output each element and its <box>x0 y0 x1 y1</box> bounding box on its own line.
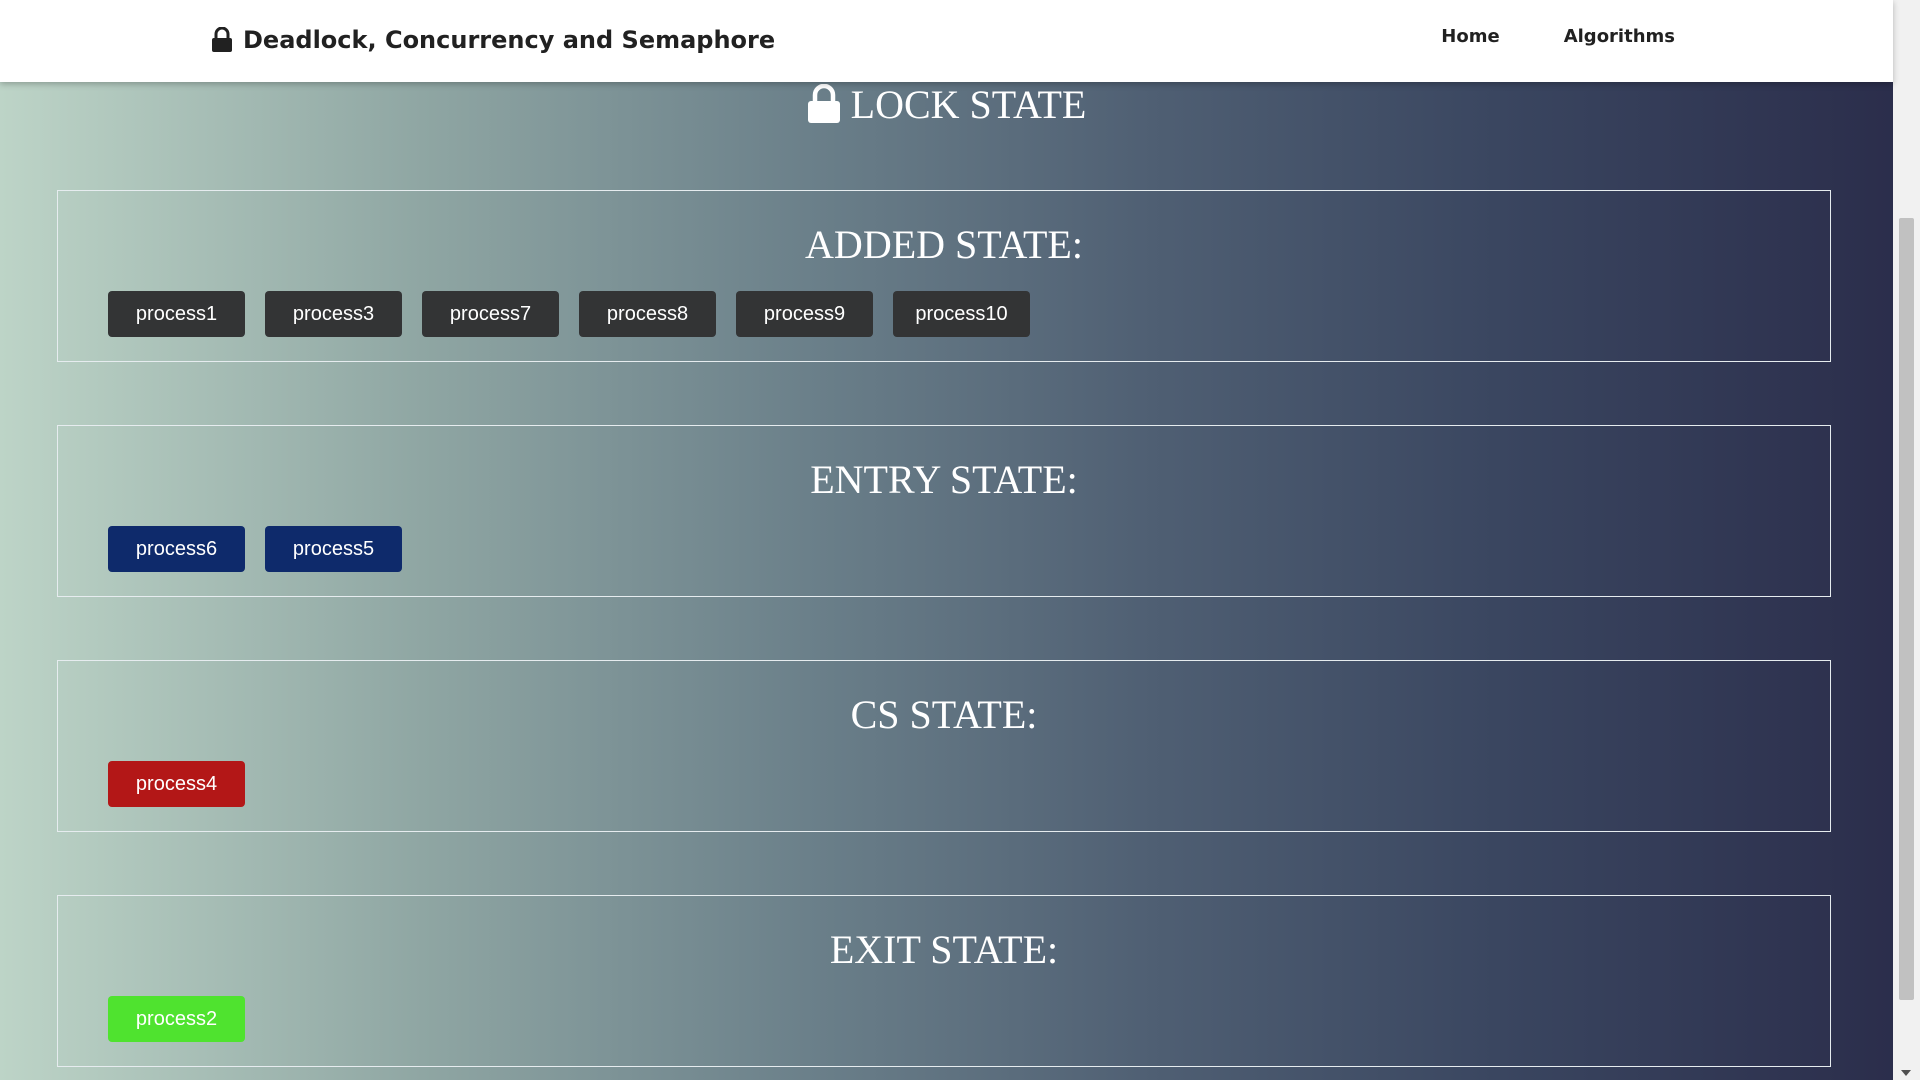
process-chip[interactable]: process7 <box>422 291 559 337</box>
entry-state-panel: ENTRY STATE: process6 process5 <box>57 425 1831 597</box>
process-chip[interactable]: process5 <box>265 526 402 572</box>
navbar: Deadlock, Concurrency and Semaphore Home… <box>0 0 1893 82</box>
exit-state-panel: EXIT STATE: process2 <box>57 895 1831 1067</box>
process-chip[interactable]: process1 <box>108 291 245 337</box>
process-chip[interactable]: process6 <box>108 526 245 572</box>
lock-icon <box>211 27 233 53</box>
process-chip[interactable]: process3 <box>265 291 402 337</box>
added-state-panel: ADDED STATE: process1 process3 process7 … <box>57 190 1831 362</box>
added-state-processes: process1 process3 process7 process8 proc… <box>108 291 1030 337</box>
cs-state-title: CS STATE: <box>850 692 1038 737</box>
nav-links: Home Algorithms <box>1441 26 1675 47</box>
cs-state-processes: process4 <box>108 761 245 807</box>
nav-link-home[interactable]: Home <box>1441 26 1499 47</box>
nav-link-algorithms[interactable]: Algorithms <box>1564 26 1675 47</box>
exit-state-title: EXIT STATE: <box>829 927 1059 972</box>
page-title-text: LOCK STATE <box>850 81 1087 127</box>
scroll-down-arrow-icon[interactable] <box>1901 1070 1911 1076</box>
process-chip[interactable]: process4 <box>108 761 245 807</box>
process-chip[interactable]: process10 <box>893 291 1030 337</box>
exit-state-processes: process2 <box>108 996 245 1042</box>
added-state-title: ADDED STATE: <box>805 222 1083 267</box>
entry-state-title: ENTRY STATE: <box>810 457 1078 502</box>
vertical-scrollbar[interactable] <box>1893 0 1920 1080</box>
brand-title: Deadlock, Concurrency and Semaphore <box>243 26 776 54</box>
cs-state-panel: CS STATE: process4 <box>57 660 1831 832</box>
process-chip[interactable]: process8 <box>579 291 716 337</box>
brand[interactable]: Deadlock, Concurrency and Semaphore <box>211 22 775 58</box>
process-chip[interactable]: process9 <box>736 291 873 337</box>
scrollbar-thumb[interactable] <box>1899 218 1914 1000</box>
lock-icon <box>807 84 841 124</box>
page-title: LOCK STATE <box>0 81 1893 127</box>
process-chip[interactable]: process2 <box>108 996 245 1042</box>
entry-state-processes: process6 process5 <box>108 526 402 572</box>
